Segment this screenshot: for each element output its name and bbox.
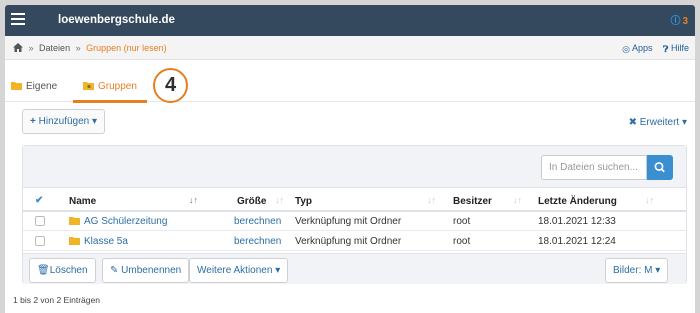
size-link[interactable]: berechnen xyxy=(234,216,281,227)
app-window: loewenbergschule.de ⓘ 3 » Dateien » Grupp… xyxy=(5,5,695,313)
help-link[interactable]: ❓︎ Hilfe xyxy=(663,43,689,54)
panel-footer: 🗑︎Löschen ✎ Umbenennen Weitere Aktionen … xyxy=(23,253,686,284)
sort-icon[interactable]: ↓↑ xyxy=(275,195,284,205)
image-size-label: Bilder: M xyxy=(613,265,653,276)
tab-eigene-label: Eigene xyxy=(26,81,58,92)
rename-label: Umbenennen xyxy=(121,265,182,276)
select-all-icon[interactable]: ✔︎ xyxy=(35,195,43,206)
apps-icon: ◎ xyxy=(622,44,630,54)
table-header: ✔︎ Name ↓↑ Größe ↓↑ Typ ↓↑ Besitzer ↓↑ L… xyxy=(23,188,686,212)
caret-down-icon: ▾ xyxy=(681,117,687,128)
breadcrumb-bar: » Dateien » Gruppen (nur lesen) ◎ Apps ❓… xyxy=(5,36,695,60)
column-modified[interactable]: Letzte Änderung xyxy=(538,196,617,207)
file-link[interactable]: AG Schülerzeitung xyxy=(84,216,167,227)
site-title[interactable]: loewenbergschule.de xyxy=(58,14,175,26)
row-checkbox[interactable] xyxy=(35,236,45,246)
info-icon: ⓘ xyxy=(670,16,681,27)
add-button-label: Hinzufügen xyxy=(38,116,90,127)
breadcrumb-item-gruppen[interactable]: Gruppen (nur lesen) xyxy=(86,43,167,53)
top-navbar: loewenbergschule.de ⓘ 3 xyxy=(5,5,695,36)
row-checkbox[interactable] xyxy=(35,216,45,226)
folder-icon xyxy=(69,217,80,225)
table-row[interactable]: Klasse 5a berechnen Verknüpfung mit Ordn… xyxy=(23,232,686,251)
file-name-cell: AG Schülerzeitung xyxy=(69,216,167,227)
file-panel: ✔︎ Name ↓↑ Größe ↓↑ Typ ↓↑ Besitzer ↓↑ L… xyxy=(22,145,687,284)
column-size[interactable]: Größe xyxy=(237,196,266,207)
panel-header xyxy=(23,146,686,188)
type-cell: Verknüpfung mit Ordner xyxy=(295,216,402,227)
search-input[interactable] xyxy=(541,155,647,180)
notification-count: 3 xyxy=(682,16,688,27)
entries-count: 1 bis 2 von 2 Einträgen xyxy=(13,295,100,305)
owner-cell: root xyxy=(453,216,471,227)
tab-gruppen-label: Gruppen xyxy=(98,81,137,92)
delete-label: Löschen xyxy=(49,265,88,276)
file-link[interactable]: Klasse 5a xyxy=(84,236,128,247)
sort-icon[interactable]: ↓↑ xyxy=(513,195,522,205)
search-icon xyxy=(654,162,665,173)
caret-down-icon: ▾ xyxy=(655,265,661,276)
sort-icon[interactable]: ↓↑ xyxy=(189,195,198,205)
column-type[interactable]: Typ xyxy=(295,196,312,207)
step-marker: 4 xyxy=(153,68,188,103)
column-owner[interactable]: Besitzer xyxy=(453,196,492,207)
modified-cell: 18.01.2021 12:24 xyxy=(538,236,616,247)
tab-gruppen[interactable]: Gruppen xyxy=(83,81,137,92)
breadcrumb-item-dateien[interactable]: Dateien xyxy=(39,43,70,53)
folder-icon xyxy=(11,82,22,90)
notifications[interactable]: ⓘ 3 xyxy=(670,12,688,27)
owner-cell: root xyxy=(453,236,471,247)
home-icon[interactable] xyxy=(13,43,23,53)
breadcrumb-separator: » xyxy=(75,43,81,53)
table-row[interactable]: AG Schülerzeitung berechnen Verknüpfung … xyxy=(23,212,686,231)
advanced-button[interactable]: ✖ Erweitert ▾ xyxy=(629,117,687,128)
tab-eigene[interactable]: Eigene xyxy=(11,81,57,92)
apps-label: Apps xyxy=(632,43,653,53)
help-label: Hilfe xyxy=(670,43,689,53)
menu-icon[interactable] xyxy=(11,13,25,25)
help-icon: ❓︎ xyxy=(663,44,669,54)
sort-icon[interactable]: ↓↑ xyxy=(427,195,436,205)
tools-icon: ✖ xyxy=(628,117,637,128)
size-link[interactable]: berechnen xyxy=(234,236,281,247)
file-name-cell: Klasse 5a xyxy=(69,236,128,247)
pencil-icon: ✎ xyxy=(110,265,119,276)
search-button[interactable] xyxy=(647,155,673,180)
rename-button[interactable]: ✎ Umbenennen xyxy=(102,258,190,283)
apps-link[interactable]: ◎ Apps xyxy=(622,43,653,54)
top-links: ◎ Apps ❓︎ Hilfe xyxy=(614,43,689,55)
trash-icon: 🗑︎ xyxy=(37,265,50,276)
more-actions-button[interactable]: Weitere Aktionen ▾ xyxy=(189,258,289,283)
plus-icon: + xyxy=(30,116,36,127)
breadcrumb: » Dateien » Gruppen (nur lesen) xyxy=(13,43,167,53)
image-size-button[interactable]: Bilder: M ▾ xyxy=(605,258,669,283)
column-name[interactable]: Name xyxy=(69,196,96,207)
breadcrumb-separator: » xyxy=(28,43,34,53)
sort-icon[interactable]: ↓↑ xyxy=(645,195,654,205)
caret-down-icon: ▾ xyxy=(275,265,281,276)
modified-cell: 18.01.2021 12:33 xyxy=(538,216,616,227)
more-actions-label: Weitere Aktionen xyxy=(197,265,273,276)
active-tab-indicator xyxy=(73,100,147,103)
delete-button[interactable]: 🗑︎Löschen xyxy=(29,258,96,283)
advanced-label: Erweitert xyxy=(639,117,680,128)
tab-bar: Eigene Gruppen 4 xyxy=(5,60,695,103)
add-button[interactable]: + Hinzufügen ▾ xyxy=(22,109,106,134)
type-cell: Verknüpfung mit Ordner xyxy=(295,236,402,247)
shared-folder-icon xyxy=(83,82,94,90)
caret-down-icon: ▾ xyxy=(92,116,98,127)
folder-icon xyxy=(69,237,80,245)
